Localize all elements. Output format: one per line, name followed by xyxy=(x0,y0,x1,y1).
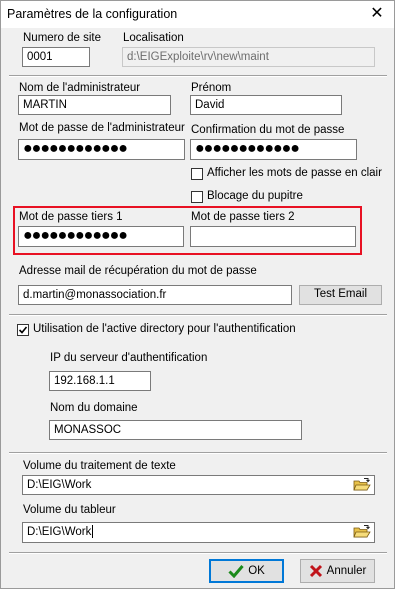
ip-server-input[interactable]: 192.168.1.1 xyxy=(49,371,151,391)
lock-console-checkbox[interactable] xyxy=(191,191,203,203)
close-icon[interactable]: ✕ xyxy=(366,4,388,24)
show-passwords-label: Afficher les mots de passe en clair xyxy=(207,167,382,179)
cancel-button[interactable]: Annuler xyxy=(300,559,375,583)
mail-input[interactable]: d.martin@monassociation.fr xyxy=(18,285,292,305)
numero-site-label: Numero de site xyxy=(23,32,101,44)
admin-nom-label: Nom de l'administrateur xyxy=(19,82,141,94)
show-passwords-checkbox[interactable] xyxy=(191,168,203,180)
ok-button[interactable]: OK xyxy=(209,559,284,583)
tiers2-label: Mot de passe tiers 2 xyxy=(191,211,295,223)
word-volume-input[interactable]: D:\EIG\Work xyxy=(22,475,375,495)
test-email-button[interactable]: Test Email xyxy=(299,285,382,305)
lock-console-label: Blocage du pupitre xyxy=(207,190,303,202)
spreadsheet-volume-input[interactable]: D:\EIG\Work xyxy=(22,522,375,543)
word-volume-value: D:\EIG\Work xyxy=(27,479,92,491)
folder-open-icon[interactable] xyxy=(352,524,372,541)
numero-site-input[interactable]: 0001 xyxy=(22,47,90,67)
localisation-label: Localisation xyxy=(123,32,184,44)
admin-password-input[interactable]: ●●●●●●●●●●●● xyxy=(18,139,185,160)
ok-label: OK xyxy=(248,565,265,577)
active-directory-label: Utilisation de l'active directory pour l… xyxy=(33,323,296,335)
folder-open-icon[interactable] xyxy=(352,477,372,494)
cancel-label: Annuler xyxy=(326,565,367,577)
localisation-input[interactable]: d:\EIGExploite\rv\new\maint xyxy=(122,47,375,67)
prenom-label: Prénom xyxy=(191,82,232,94)
prenom-input[interactable]: David xyxy=(190,95,342,115)
domain-input[interactable]: MONASSOC xyxy=(49,420,302,440)
domain-label: Nom du domaine xyxy=(50,402,138,414)
separator xyxy=(9,552,387,554)
mail-label: Adresse mail de récupération du mot de p… xyxy=(19,265,257,277)
close-icon xyxy=(309,564,322,578)
tiers1-password-input[interactable]: ●●●●●●●●●●●● xyxy=(18,226,184,247)
tiers1-label: Mot de passe tiers 1 xyxy=(19,211,123,223)
separator xyxy=(9,314,387,316)
ip-server-label: IP du serveur d'authentification xyxy=(50,352,208,364)
admin-password-label: Mot de passe de l'administrateur xyxy=(19,122,185,134)
window-title: Paramètres de la configuration xyxy=(7,7,178,21)
check-icon xyxy=(18,326,28,334)
spreadsheet-volume-label: Volume du tableur xyxy=(23,504,116,516)
word-volume-label: Volume du traitement de texte xyxy=(23,460,176,472)
active-directory-checkbox[interactable] xyxy=(17,324,29,336)
confirm-password-label: Confirmation du mot de passe xyxy=(191,124,345,136)
admin-nom-input[interactable]: MARTIN xyxy=(18,95,171,115)
separator xyxy=(9,452,387,454)
tiers2-password-input[interactable] xyxy=(190,226,356,247)
check-icon xyxy=(228,565,244,579)
text-caret xyxy=(92,525,94,539)
confirm-password-input[interactable]: ●●●●●●●●●●●● xyxy=(190,139,357,160)
configuration-dialog: Paramètres de la configuration ✕ Numero … xyxy=(0,0,395,589)
separator xyxy=(9,75,387,77)
title-bar: Paramètres de la configuration ✕ xyxy=(1,1,394,28)
spreadsheet-volume-value: D:\EIG\Work xyxy=(27,526,92,538)
